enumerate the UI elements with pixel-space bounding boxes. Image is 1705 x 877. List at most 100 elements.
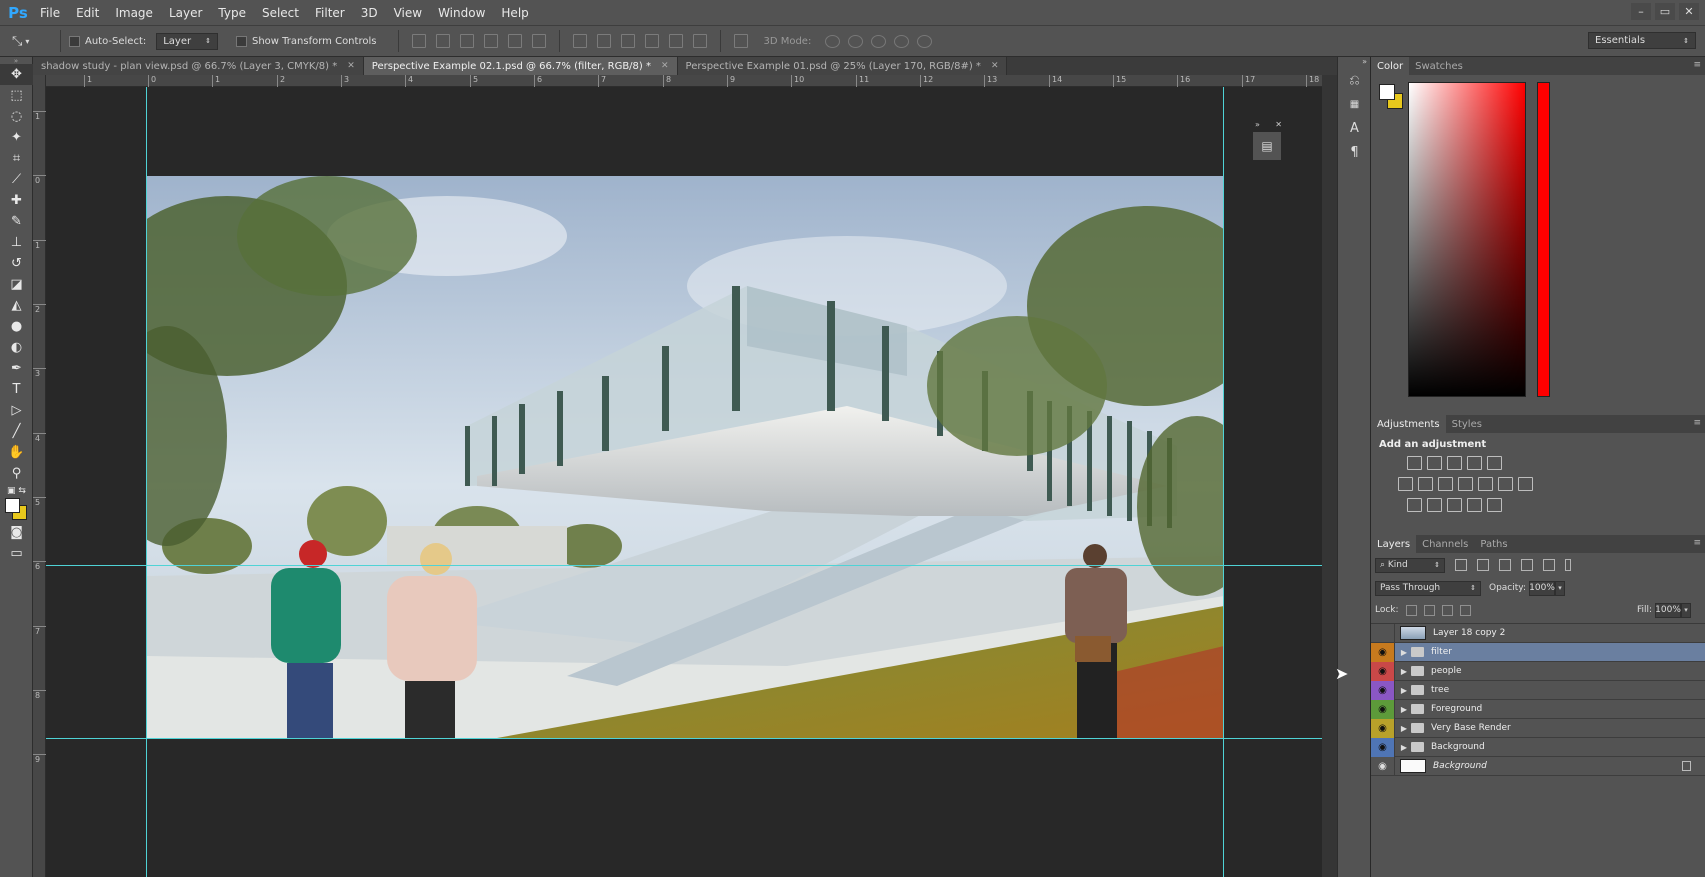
distribute-left-icon[interactable] [645, 34, 660, 48]
threshold-icon[interactable] [1447, 498, 1462, 512]
lock-image-icon[interactable] [1423, 604, 1435, 616]
eraser-tool-icon[interactable]: ◪ [0, 274, 33, 295]
layer-row[interactable]: ◉ Background [1371, 756, 1705, 776]
exposure-icon[interactable] [1467, 456, 1482, 470]
tab-perspective-01[interactable]: Perspective Example 01.psd @ 25% (Layer … [677, 57, 1008, 75]
expand-arrow-icon[interactable]: ▶ [1397, 686, 1411, 695]
eye-icon[interactable]: ◉ [1371, 642, 1395, 662]
close-icon[interactable]: ✕ [661, 61, 669, 71]
blend-mode-dropdown[interactable]: Pass Through ⇕ [1375, 580, 1481, 596]
tool-preset-picker[interactable]: ⤡ ▾ [12, 29, 52, 53]
restore-button[interactable]: ▭ [1655, 3, 1675, 20]
eye-icon[interactable]: ◉ [1371, 699, 1395, 719]
move-tool-icon[interactable]: ✥ [0, 64, 33, 85]
3d-pan-icon[interactable] [871, 34, 887, 48]
layer-group-row[interactable]: ◉ ▶ people [1371, 661, 1705, 681]
layer-group-row[interactable]: ◉ ▶ tree [1371, 680, 1705, 700]
expand-arrow-icon[interactable]: ▶ [1397, 724, 1411, 733]
history-brush-tool-icon[interactable]: ↺ [0, 253, 33, 274]
align-hcenter-icon[interactable] [508, 34, 523, 48]
vibrance-icon[interactable] [1398, 477, 1413, 491]
close-icon[interactable]: ✕ [1275, 120, 1282, 129]
selective-color-icon[interactable] [1467, 498, 1482, 512]
lock-position-icon[interactable] [1441, 604, 1453, 616]
character-panel-icon[interactable]: A [1338, 117, 1371, 139]
menu-filter[interactable]: Filter [307, 0, 353, 26]
menu-type[interactable]: Type [210, 0, 254, 26]
distribute-right-icon[interactable] [693, 34, 708, 48]
tab-styles[interactable]: Styles [1446, 415, 1488, 433]
distribute-bottom-icon[interactable] [621, 34, 636, 48]
visibility-toggle[interactable]: ▢ [1371, 623, 1395, 643]
path-selection-tool-icon[interactable]: ▷ [0, 400, 33, 421]
expand-arrow-icon[interactable]: ▶ [1397, 648, 1411, 657]
tab-layers[interactable]: Layers [1371, 535, 1417, 553]
distribute-hcenter-icon[interactable] [669, 34, 684, 48]
align-top-icon[interactable] [412, 34, 427, 48]
close-icon[interactable]: ✕ [991, 61, 999, 71]
tab-adjustments[interactable]: Adjustments [1371, 415, 1446, 433]
layer-group-row[interactable]: ◉ ▶ filter [1371, 642, 1705, 662]
expand-arrow-icon[interactable]: ▶ [1397, 743, 1411, 752]
close-icon[interactable]: ✕ [347, 61, 355, 71]
menu-3d[interactable]: 3D [353, 0, 386, 26]
tab-shadow-study[interactable]: shadow study - plan view.psd @ 66.7% (La… [33, 57, 364, 75]
line-tool-icon[interactable]: ╱ [0, 421, 33, 442]
distribute-vcenter-icon[interactable] [597, 34, 612, 48]
workspace-dropdown[interactable]: Essentials ⇕ [1588, 32, 1696, 49]
eye-icon[interactable]: ◉ [1371, 718, 1395, 738]
lock-all-icon[interactable] [1459, 604, 1471, 616]
tab-color[interactable]: Color [1371, 57, 1410, 75]
brush-tool-icon[interactable]: ✎ [0, 211, 33, 232]
guide-line-vertical[interactable] [146, 87, 147, 877]
color-lookup-icon[interactable] [1518, 477, 1533, 491]
eyedropper-tool-icon[interactable]: ⟋ [0, 169, 33, 190]
horizontal-ruler[interactable]: 1 0 1 2 3 4 5 6 7 8 9 10 11 12 13 14 15 … [46, 75, 1322, 87]
menu-window[interactable]: Window [430, 0, 493, 26]
filter-type-icon[interactable] [1499, 559, 1511, 571]
dodge-tool-icon[interactable]: ◐ [0, 337, 33, 358]
minimize-button[interactable]: – [1631, 3, 1651, 20]
collapse-icon[interactable]: » [0, 57, 32, 65]
panel-menu-icon[interactable]: ≡ [1693, 418, 1701, 428]
gradient-map-icon[interactable] [1487, 498, 1502, 512]
guide-line-vertical[interactable] [1223, 87, 1224, 877]
tab-channels[interactable]: Channels [1416, 535, 1474, 553]
expand-arrow-icon[interactable]: ▶ [1397, 705, 1411, 714]
filter-smart-object-icon[interactable] [1543, 559, 1555, 571]
paint-bucket-tool-icon[interactable]: ◭ [0, 295, 33, 316]
filter-adjustment-icon[interactable] [1477, 559, 1489, 571]
auto-select-checkbox[interactable] [69, 35, 80, 47]
vertical-ruler[interactable]: 1 0 1 2 3 4 5 6 7 8 9 [33, 75, 46, 877]
eye-icon[interactable]: ◉ [1371, 756, 1395, 776]
close-button[interactable]: ✕ [1679, 3, 1699, 20]
foreground-color-swatch[interactable] [1379, 84, 1395, 100]
crop-tool-icon[interactable]: ⌗ [0, 148, 33, 169]
distribute-top-icon[interactable] [573, 34, 588, 48]
align-bottom-icon[interactable] [460, 34, 475, 48]
collapse-icon[interactable]: » [1338, 57, 1370, 67]
filter-pixel-icon[interactable] [1455, 559, 1467, 571]
menu-file[interactable]: File [32, 0, 68, 26]
opacity-field[interactable]: 100% [1529, 580, 1555, 596]
black-white-icon[interactable] [1458, 477, 1473, 491]
document-canvas[interactable]: » ✕ ▤ [46, 87, 1322, 877]
guide-line-horizontal[interactable] [46, 565, 1322, 566]
expand-icon[interactable]: » [1255, 120, 1260, 129]
levels-icon[interactable] [1427, 456, 1442, 470]
menu-layer[interactable]: Layer [161, 0, 210, 26]
panel-menu-icon[interactable]: ≡ [1693, 60, 1701, 70]
3d-scale-icon[interactable] [917, 34, 933, 48]
auto-select-dropdown[interactable]: Layer ⇕ [156, 32, 218, 50]
screen-mode-icon[interactable]: ▭ [0, 543, 33, 564]
color-balance-icon[interactable] [1438, 477, 1453, 491]
menu-view[interactable]: View [386, 0, 430, 26]
opacity-dropdown-button[interactable]: ▾ [1555, 580, 1565, 596]
guide-line-horizontal[interactable] [46, 738, 1322, 739]
posterize-icon[interactable] [1427, 498, 1442, 512]
tab-perspective-02[interactable]: Perspective Example 02.1.psd @ 66.7% (fi… [363, 57, 678, 75]
panel-menu-icon[interactable]: ≡ [1693, 538, 1701, 548]
photo-filter-icon[interactable] [1478, 477, 1493, 491]
align-left-icon[interactable] [484, 34, 499, 48]
filter-toggle-icon[interactable] [1565, 559, 1571, 571]
